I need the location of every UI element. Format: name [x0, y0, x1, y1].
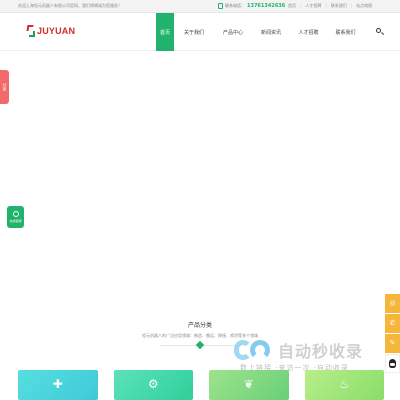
top-links: 首页 | 人才招聘 | 联系我们 | 站点地图 — [284, 3, 376, 9]
phone-icon — [218, 3, 223, 9]
flame-icon: ♨ — [338, 377, 350, 391]
nav-item-contact[interactable]: 联系我们 — [327, 13, 364, 51]
watermark: 自动秒收录 — [234, 338, 363, 362]
share-tab[interactable]: 分享 — [0, 70, 9, 104]
nav-item-products[interactable]: 产品中心 — [214, 13, 252, 51]
section-title: 产品分类 — [187, 322, 212, 329]
phone-label: 联系电话： — [225, 3, 245, 8]
nav-item-careers[interactable]: 人才招聘 — [290, 13, 327, 51]
product-card[interactable]: ✚ — [18, 370, 98, 400]
search-icon[interactable] — [375, 27, 385, 37]
page: 欢迎上海钜元机器人有限公司官网，我们将竭诚为您服务！ 联系电话： 1376134… — [0, 0, 400, 400]
product-card[interactable]: ♨ — [304, 370, 384, 400]
watermark-text: 自动秒收录 — [278, 342, 364, 361]
logo[interactable]: JUYUAN — [26, 25, 76, 37]
online-service-label: 在线客服 — [9, 219, 22, 223]
cross-icon: ✚ — [52, 377, 63, 391]
section-divider-dot — [195, 340, 205, 350]
nav-item-home[interactable]: 首页 — [156, 13, 174, 51]
top-bar: 欢迎上海钜元机器人有限公司官网，我们将竭诚为您服务！ 联系电话： 1376134… — [0, 0, 400, 13]
leaf-icon: ❦ — [243, 377, 254, 391]
top-link-careers[interactable]: 人才招聘 — [301, 3, 325, 9]
nav-item-about[interactable]: 关于我们 — [174, 13, 214, 51]
phone-contact: 联系电话： 13761342636 — [218, 2, 285, 10]
product-card[interactable]: ❦ — [209, 370, 289, 400]
top-link-contact[interactable]: 联系我们 — [327, 3, 351, 9]
share-tab-label: 分享 — [2, 83, 8, 91]
main-nav: 首页 关于我们 产品中心 新闻资讯 人才招聘 联系我们 — [156, 13, 364, 51]
wechat-icon[interactable]: ◎ — [385, 294, 400, 313]
top-link-sitemap[interactable]: 站点地图 — [352, 3, 376, 9]
logo-text: JUYUAN — [37, 26, 76, 36]
robot-arm-icon: ⚙ — [147, 377, 159, 391]
welcome-text: 欢迎上海钜元机器人有限公司官网，我们将竭诚为您服务！ — [18, 3, 122, 8]
logo-mark-icon — [26, 25, 35, 37]
headset-icon — [12, 211, 19, 217]
product-card[interactable]: ⚙ — [113, 370, 193, 400]
product-cards: ✚ ⚙ ❦ ♨ — [18, 370, 384, 400]
qq-icon[interactable] — [385, 354, 400, 373]
online-service-button[interactable]: 在线客服 — [7, 206, 24, 228]
site-header: JUYUAN 首页 关于我们 产品中心 新闻资讯 人才招聘 联系我们 — [0, 13, 400, 51]
nav-item-news[interactable]: 新闻资讯 — [252, 13, 290, 51]
top-link-home[interactable]: 首页 — [284, 3, 300, 9]
watermark-logo-icon — [234, 338, 274, 362]
phone-number[interactable]: 13761342636 — [247, 3, 285, 9]
